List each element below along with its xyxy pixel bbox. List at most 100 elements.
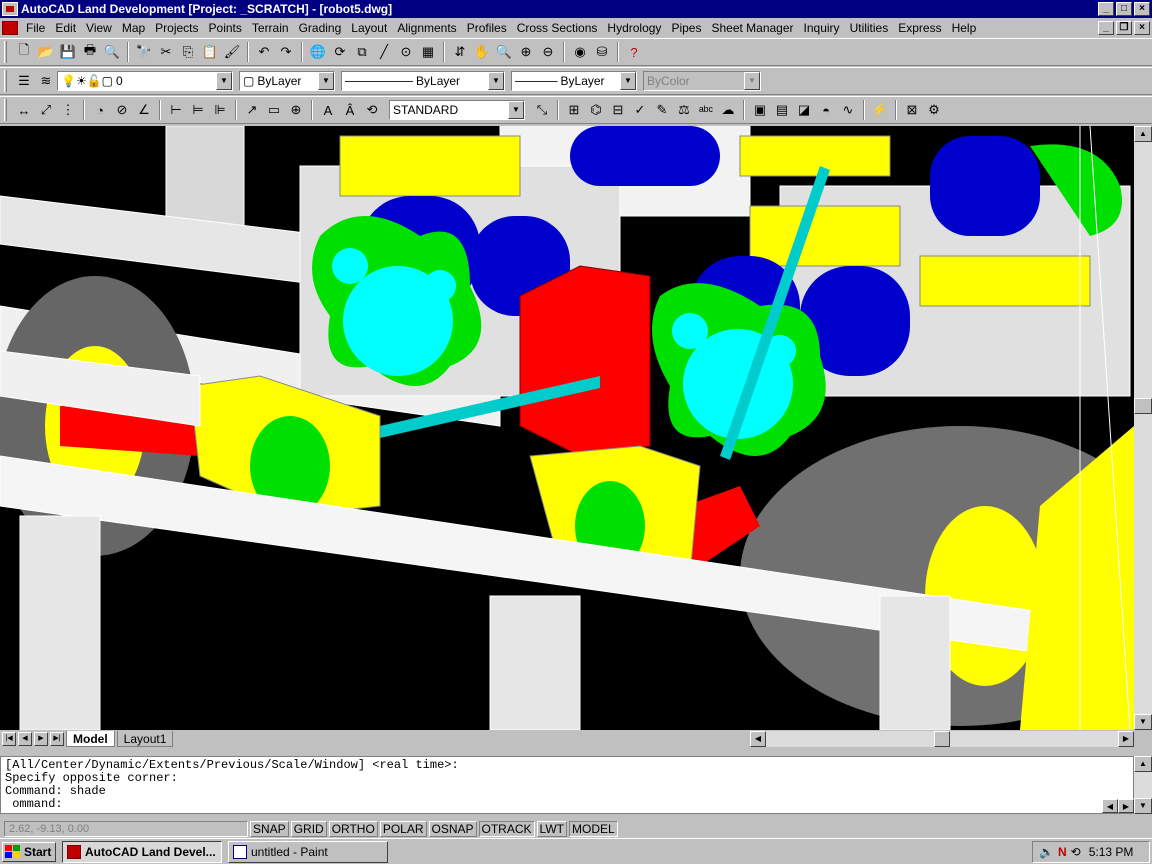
snap-icon[interactable]: ⊙: [395, 41, 417, 63]
print-preview-icon[interactable]: 🔍: [101, 41, 123, 63]
otrack-toggle[interactable]: OTRACK: [478, 821, 535, 837]
minimize-button[interactable]: _: [1098, 2, 1114, 16]
dimstyle-dropdown[interactable]: STANDARD ▼: [389, 100, 525, 120]
menu-alignments[interactable]: Alignments: [393, 21, 462, 35]
last-tab-icon[interactable]: ▶|: [50, 732, 64, 746]
chevron-down-icon[interactable]: ▼: [488, 72, 504, 90]
undo-icon[interactable]: ↶: [253, 41, 275, 63]
tolerance-icon[interactable]: ▭: [263, 99, 285, 121]
first-tab-icon[interactable]: |◀: [2, 732, 16, 746]
draw-icon-1[interactable]: ⊞: [563, 99, 585, 121]
menu-hydrology[interactable]: Hydrology: [603, 21, 667, 35]
match-properties-icon[interactable]: 🖌: [221, 41, 243, 63]
layers-icon[interactable]: ⛁: [591, 41, 613, 63]
menu-express[interactable]: Express: [894, 21, 947, 35]
tool-icon-7[interactable]: ⊠: [901, 99, 923, 121]
ortho-toggle[interactable]: ORTHO: [328, 821, 378, 837]
aligned-dim-icon[interactable]: ⤢: [35, 99, 57, 121]
draw-icon-4[interactable]: ✓: [629, 99, 651, 121]
dim-text-edit-icon[interactable]: Â: [339, 99, 361, 121]
drawing-viewport[interactable]: [0, 126, 1134, 730]
quick-dim-icon[interactable]: ⊢: [165, 99, 187, 121]
lineweight-dropdown[interactable]: ───── ByLayer ▼: [511, 71, 637, 91]
spell-check-icon[interactable]: ᵃᵇᶜ: [695, 99, 717, 121]
menu-file[interactable]: File: [22, 21, 51, 35]
zoom-window-icon[interactable]: ⊕: [515, 41, 537, 63]
doc-minimize-button[interactable]: _: [1098, 21, 1114, 35]
menu-help[interactable]: Help: [948, 21, 983, 35]
start-button[interactable]: Start: [2, 841, 56, 862]
grid-toggle[interactable]: GRID: [290, 821, 327, 837]
document-icon[interactable]: [2, 21, 18, 35]
redo-icon[interactable]: ↷: [275, 41, 297, 63]
layer-manager-icon[interactable]: ☰: [13, 70, 35, 92]
chevron-down-icon[interactable]: ▼: [620, 72, 636, 90]
scroll-right-icon[interactable]: ▶: [1118, 799, 1134, 813]
scroll-down-icon[interactable]: ▼: [1134, 714, 1152, 730]
command-prompt[interactable]: ommand:: [5, 798, 1129, 811]
find-icon[interactable]: 🔭: [133, 41, 155, 63]
horizontal-scrollbar[interactable]: ◀ ▶: [750, 731, 1134, 747]
tool-icon-5[interactable]: ∿: [837, 99, 859, 121]
pan-icon[interactable]: ✋: [471, 41, 493, 63]
paste-icon[interactable]: 📋: [199, 41, 221, 63]
new-icon[interactable]: 🗋: [13, 41, 35, 63]
menu-profiles[interactable]: Profiles: [463, 21, 513, 35]
tool-icon-6[interactable]: ⚡: [869, 99, 891, 121]
globe-icon[interactable]: 🌐: [307, 41, 329, 63]
chevron-down-icon[interactable]: ▼: [216, 72, 232, 90]
radius-dim-icon[interactable]: ◔: [89, 99, 111, 121]
lwt-toggle[interactable]: LWT: [536, 821, 567, 837]
angular-dim-icon[interactable]: ∠: [133, 99, 155, 121]
network-icon[interactable]: N: [1058, 845, 1067, 859]
tab-layout1[interactable]: Layout1: [116, 731, 174, 747]
color-dropdown[interactable]: ▢ ByLayer ▼: [239, 71, 335, 91]
tool-icon-4[interactable]: ◓: [815, 99, 837, 121]
diameter-dim-icon[interactable]: ⊘: [111, 99, 133, 121]
scroll-up-icon[interactable]: ▲: [1134, 756, 1152, 772]
coordinate-readout[interactable]: 2.62, -9.13, 0.00: [4, 821, 248, 837]
snap-toggle[interactable]: SNAP: [250, 821, 289, 837]
zoom-realtime-icon[interactable]: 🔍: [493, 41, 515, 63]
dim-edit-icon[interactable]: A: [317, 99, 339, 121]
model-toggle[interactable]: MODEL: [568, 821, 618, 837]
leader-icon[interactable]: ↗: [241, 99, 263, 121]
autocad-app-icon[interactable]: [2, 2, 18, 16]
dim-update-icon[interactable]: ⟲: [361, 99, 383, 121]
layer-dropdown[interactable]: 💡☀🔓▢ 0 ▼: [57, 71, 233, 91]
menu-utilities[interactable]: Utilities: [846, 21, 895, 35]
menu-points[interactable]: Points: [205, 21, 248, 35]
tab-model[interactable]: Model: [66, 731, 115, 747]
draw-icon-3[interactable]: ⊟: [607, 99, 629, 121]
scroll-left-icon[interactable]: ◀: [750, 731, 766, 747]
scroll-right-icon[interactable]: ▶: [1118, 731, 1134, 747]
toolbar-grip[interactable]: [4, 99, 7, 121]
draw-icon-5[interactable]: ✎: [651, 99, 673, 121]
command-line[interactable]: [All/Center/Dynamic/Extents/Previous/Sca…: [0, 756, 1134, 814]
scroll-thumb[interactable]: [1134, 398, 1152, 414]
ordinate-dim-icon[interactable]: ⋮: [57, 99, 79, 121]
next-tab-icon[interactable]: ▶: [34, 732, 48, 746]
tool-icon-2[interactable]: ▤: [771, 99, 793, 121]
draw-icon-6[interactable]: ⚖: [673, 99, 695, 121]
menu-map[interactable]: Map: [118, 21, 151, 35]
cloud-icon[interactable]: ☁: [717, 99, 739, 121]
close-button[interactable]: ×: [1134, 2, 1150, 16]
clock[interactable]: 5:13 PM: [1089, 845, 1134, 859]
menu-edit[interactable]: Edit: [51, 21, 82, 35]
purge-icon[interactable]: ⧉: [351, 41, 373, 63]
chevron-down-icon[interactable]: ▼: [508, 101, 524, 119]
tool-icon-1[interactable]: ▣: [749, 99, 771, 121]
zoom-previous-icon[interactable]: ⊖: [537, 41, 559, 63]
toolbar-grip[interactable]: [4, 41, 7, 63]
menu-sheet-manager[interactable]: Sheet Manager: [707, 21, 799, 35]
menu-projects[interactable]: Projects: [151, 21, 204, 35]
command-scrollbar[interactable]: ▲ ▼: [1134, 756, 1152, 814]
help-icon[interactable]: ?: [623, 41, 645, 63]
scroll-thumb[interactable]: [934, 731, 950, 747]
draw-icon-2[interactable]: ⌬: [585, 99, 607, 121]
osnap-toggle[interactable]: OSNAP: [428, 821, 477, 837]
task-paint[interactable]: untitled - Paint: [228, 840, 388, 863]
print-icon[interactable]: 🖶: [79, 41, 101, 63]
chevron-down-icon[interactable]: ▼: [318, 72, 334, 90]
